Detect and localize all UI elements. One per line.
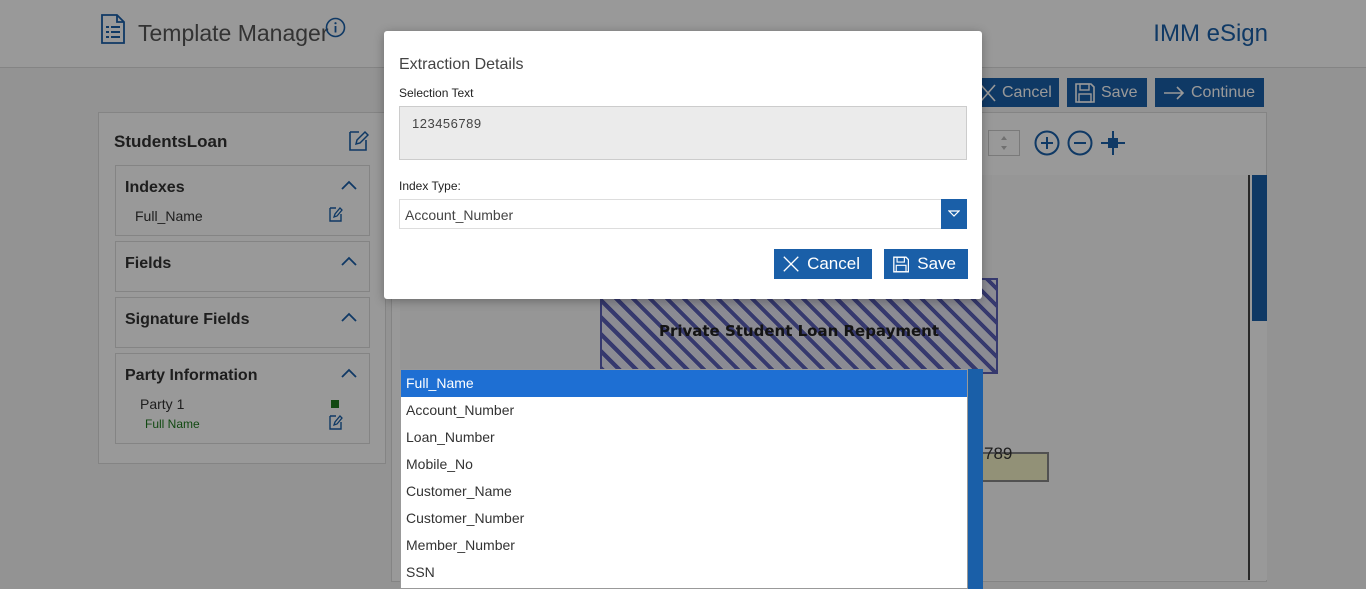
index-type-dropdown-button[interactable] (941, 199, 967, 229)
option-loan-number[interactable]: Loan_Number (401, 424, 967, 451)
option-mobile-no[interactable]: Mobile_No (401, 451, 967, 478)
option-customer-name[interactable]: Customer_Name (401, 478, 967, 505)
index-type-options: Full_Name Account_Number Loan_Number Mob… (400, 369, 968, 589)
option-account-number[interactable]: Account_Number (401, 397, 967, 424)
dropdown-scrollbar[interactable] (968, 369, 983, 589)
selection-text-label: Selection Text (399, 86, 474, 100)
index-type-select[interactable]: Account_Number (399, 199, 967, 229)
dialog-save-label: Save (917, 254, 956, 273)
chevron-down-icon (948, 210, 960, 217)
dialog-title: Extraction Details (399, 56, 524, 73)
floppy-disk-icon (893, 256, 910, 272)
selection-text-field[interactable]: 123456789 (399, 106, 967, 160)
option-ssn[interactable]: SSN (401, 559, 967, 586)
dialog-cancel-button[interactable]: Cancel (774, 249, 872, 279)
option-full-name[interactable]: Full_Name (401, 370, 967, 397)
extraction-details-dialog: Extraction Details Selection Text 123456… (384, 31, 982, 299)
index-type-label: Index Type: (399, 179, 461, 193)
close-icon (783, 256, 799, 272)
option-customer-number[interactable]: Customer_Number (401, 505, 967, 532)
dialog-cancel-label: Cancel (807, 254, 860, 273)
option-member-number[interactable]: Member_Number (401, 532, 967, 559)
dialog-save-button[interactable]: Save (884, 249, 968, 279)
